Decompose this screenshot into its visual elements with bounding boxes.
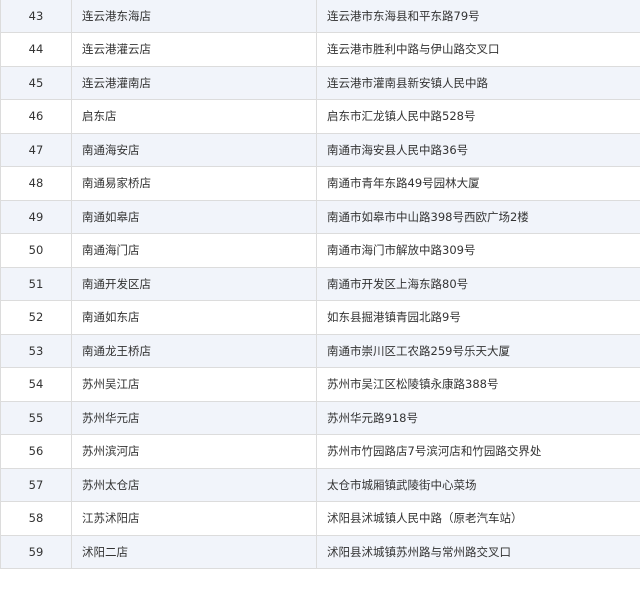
store-number: 49 xyxy=(0,199,72,234)
table-row: 50 南通海门店 南通市海门市解放中路309号 xyxy=(0,233,640,268)
store-number: 43 xyxy=(0,0,72,33)
store-address: 南通市崇川区工农路259号乐天大厦 xyxy=(316,333,640,368)
table-row: 58 江苏沭阳店 沭阳县沭城镇人民中路（原老汽车站） xyxy=(0,501,640,536)
table-row: 44 连云港灌云店 连云港市胜利中路与伊山路交叉口 xyxy=(0,32,640,67)
table-row: 57 苏州太仓店 太仓市城厢镇武陵街中心菜场 xyxy=(0,467,640,502)
store-number: 45 xyxy=(0,65,72,100)
store-number: 54 xyxy=(0,367,72,402)
store-address: 南通市如皋市中山路398号西欧广场2楼 xyxy=(316,199,640,234)
store-name: 南通开发区店 xyxy=(71,266,317,301)
store-name: 苏州吴江店 xyxy=(71,367,317,402)
store-number: 55 xyxy=(0,400,72,435)
store-address: 南通市海门市解放中路309号 xyxy=(316,233,640,268)
store-name: 苏州滨河店 xyxy=(71,434,317,469)
store-address: 南通市开发区上海东路80号 xyxy=(316,266,640,301)
table-row: 48 南通易家桥店 南通市青年东路49号园林大厦 xyxy=(0,166,640,201)
store-name: 连云港东海店 xyxy=(71,0,317,33)
table-row: 59 沭阳二店 沭阳县沭城镇苏州路与常州路交叉口 xyxy=(0,534,640,569)
store-number: 47 xyxy=(0,132,72,167)
table-row: 46 启东店 启东市汇龙镇人民中路528号 xyxy=(0,99,640,134)
store-address: 连云港市灌南县新安镇人民中路 xyxy=(316,65,640,100)
store-number: 44 xyxy=(0,32,72,67)
store-number: 57 xyxy=(0,467,72,502)
store-name: 连云港灌云店 xyxy=(71,32,317,67)
store-name: 苏州华元店 xyxy=(71,400,317,435)
store-number: 46 xyxy=(0,99,72,134)
store-name: 南通如东店 xyxy=(71,300,317,335)
store-address: 沭阳县沭城镇人民中路（原老汽车站） xyxy=(316,501,640,536)
table-row: 49 南通如皋店 南通市如皋市中山路398号西欧广场2楼 xyxy=(0,199,640,234)
store-number: 52 xyxy=(0,300,72,335)
store-number: 56 xyxy=(0,434,72,469)
store-number: 53 xyxy=(0,333,72,368)
store-name: 启东店 xyxy=(71,99,317,134)
store-number: 48 xyxy=(0,166,72,201)
table-row: 55 苏州华元店 苏州华元路918号 xyxy=(0,400,640,435)
store-name: 江苏沭阳店 xyxy=(71,501,317,536)
store-address: 南通市青年东路49号园林大厦 xyxy=(316,166,640,201)
store-number: 51 xyxy=(0,266,72,301)
table-row: 45 连云港灌南店 连云港市灌南县新安镇人民中路 xyxy=(0,65,640,100)
store-name: 南通如皋店 xyxy=(71,199,317,234)
table-row: 51 南通开发区店 南通市开发区上海东路80号 xyxy=(0,266,640,301)
store-number: 50 xyxy=(0,233,72,268)
table-row: 47 南通海安店 南通市海安县人民中路36号 xyxy=(0,132,640,167)
store-address: 启东市汇龙镇人民中路528号 xyxy=(316,99,640,134)
store-name: 连云港灌南店 xyxy=(71,65,317,100)
table-row: 52 南通如东店 如东县掘港镇青园北路9号 xyxy=(0,300,640,335)
store-number: 58 xyxy=(0,501,72,536)
store-address: 苏州市竹园路店7号滨河店和竹园路交界处 xyxy=(316,434,640,469)
table-row: 56 苏州滨河店 苏州市竹园路店7号滨河店和竹园路交界处 xyxy=(0,434,640,469)
store-address: 连云港市胜利中路与伊山路交叉口 xyxy=(316,32,640,67)
store-address: 苏州华元路918号 xyxy=(316,400,640,435)
store-name: 南通海门店 xyxy=(71,233,317,268)
store-name: 南通龙王桥店 xyxy=(71,333,317,368)
store-name: 苏州太仓店 xyxy=(71,467,317,502)
store-address: 南通市海安县人民中路36号 xyxy=(316,132,640,167)
store-address: 如东县掘港镇青园北路9号 xyxy=(316,300,640,335)
store-address: 连云港市东海县和平东路79号 xyxy=(316,0,640,33)
store-name: 南通海安店 xyxy=(71,132,317,167)
store-number: 59 xyxy=(0,534,72,569)
table-row: 43 连云港东海店 连云港市东海县和平东路79号 xyxy=(0,0,640,33)
store-address: 太仓市城厢镇武陵街中心菜场 xyxy=(316,467,640,502)
store-table: 43 连云港东海店 连云港市东海县和平东路79号 44 连云港灌云店 连云港市胜… xyxy=(0,0,640,569)
table-row: 54 苏州吴江店 苏州市吴江区松陵镇永康路388号 xyxy=(0,367,640,402)
store-name: 南通易家桥店 xyxy=(71,166,317,201)
table-row: 53 南通龙王桥店 南通市崇川区工农路259号乐天大厦 xyxy=(0,333,640,368)
store-table-body: 43 连云港东海店 连云港市东海县和平东路79号 44 连云港灌云店 连云港市胜… xyxy=(0,0,640,569)
store-address: 苏州市吴江区松陵镇永康路388号 xyxy=(316,367,640,402)
store-address: 沭阳县沭城镇苏州路与常州路交叉口 xyxy=(316,534,640,569)
store-name: 沭阳二店 xyxy=(71,534,317,569)
